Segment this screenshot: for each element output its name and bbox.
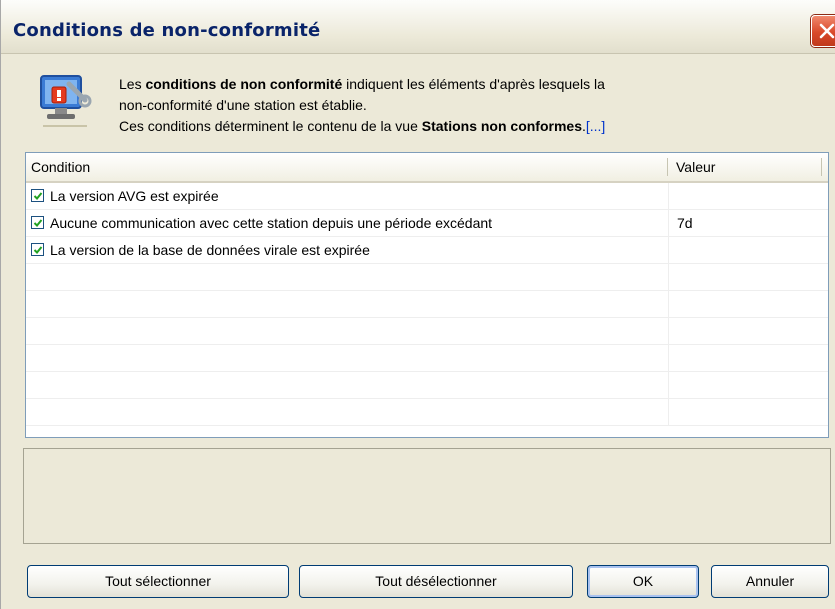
description-text-part: Ces conditions déterminent le contenu de… bbox=[119, 118, 422, 134]
table-row[interactable]: La version AVG est expirée bbox=[26, 183, 828, 210]
description-text-part: Les bbox=[119, 76, 146, 92]
description-line-3: Ces conditions déterminent le contenu de… bbox=[119, 116, 819, 137]
select-all-button[interactable]: Tout sélectionner bbox=[27, 565, 289, 598]
condition-label: La version AVG est expirée bbox=[50, 188, 219, 204]
checkmark-icon bbox=[33, 192, 43, 200]
more-info-link[interactable]: [...] bbox=[586, 118, 605, 134]
dialog-window: Conditions de non-conformité Les conditi… bbox=[0, 0, 835, 609]
column-divider bbox=[668, 318, 669, 345]
column-divider bbox=[668, 210, 669, 237]
condition-value[interactable]: 7d bbox=[677, 215, 693, 231]
cancel-button[interactable]: Annuler bbox=[711, 565, 829, 598]
row-checkbox[interactable] bbox=[31, 216, 44, 229]
checkmark-icon bbox=[33, 219, 43, 227]
description-emphasis: conditions de non conformité bbox=[145, 76, 343, 92]
computer-tools-icon bbox=[35, 70, 95, 134]
table-row[interactable]: La version de la base de données virale … bbox=[26, 237, 828, 264]
description-line-1: Les conditions de non conformité indique… bbox=[119, 74, 819, 95]
column-header-value[interactable]: Valeur bbox=[671, 153, 821, 181]
checkmark-icon bbox=[33, 246, 43, 254]
title-bar[interactable]: Conditions de non-conformité bbox=[1, 0, 835, 54]
empty-row bbox=[26, 399, 828, 426]
column-divider[interactable] bbox=[667, 158, 668, 176]
close-button[interactable] bbox=[811, 15, 835, 47]
ok-button[interactable]: OK bbox=[587, 565, 699, 598]
deselect-all-button[interactable]: Tout désélectionner bbox=[299, 565, 573, 598]
column-divider[interactable] bbox=[821, 158, 822, 176]
column-divider bbox=[668, 183, 669, 210]
description-text-part: indiquent les éléments d'après lesquels … bbox=[342, 76, 605, 92]
row-checkbox[interactable] bbox=[31, 243, 44, 256]
column-divider bbox=[668, 399, 669, 426]
row-checkbox[interactable] bbox=[31, 189, 44, 202]
empty-row bbox=[26, 291, 828, 318]
column-header-condition[interactable]: Condition bbox=[26, 153, 668, 181]
details-panel bbox=[23, 448, 831, 544]
column-divider bbox=[668, 345, 669, 372]
window-title: Conditions de non-conformité bbox=[13, 20, 321, 41]
description-line-2: non-conformité d'une station est établie… bbox=[119, 97, 367, 113]
empty-row bbox=[26, 372, 828, 399]
column-divider bbox=[668, 291, 669, 318]
list-header: Condition Valeur bbox=[26, 153, 828, 183]
empty-row bbox=[26, 345, 828, 372]
description-emphasis: Stations non conformes bbox=[421, 118, 582, 134]
column-divider bbox=[668, 372, 669, 399]
list-rows: La version AVG est expirée Aucune commun… bbox=[26, 183, 828, 426]
empty-row bbox=[26, 264, 828, 291]
empty-row bbox=[26, 318, 828, 345]
description-text: Les conditions de non conformité indique… bbox=[119, 74, 819, 137]
conditions-list[interactable]: Condition Valeur La version AVG est expi… bbox=[25, 152, 829, 438]
column-divider bbox=[668, 264, 669, 291]
condition-label: La version de la base de données virale … bbox=[50, 242, 370, 258]
close-icon bbox=[819, 23, 835, 39]
condition-label: Aucune communication avec cette station … bbox=[50, 215, 493, 231]
column-divider bbox=[668, 237, 669, 264]
table-row[interactable]: Aucune communication avec cette station … bbox=[26, 210, 828, 237]
